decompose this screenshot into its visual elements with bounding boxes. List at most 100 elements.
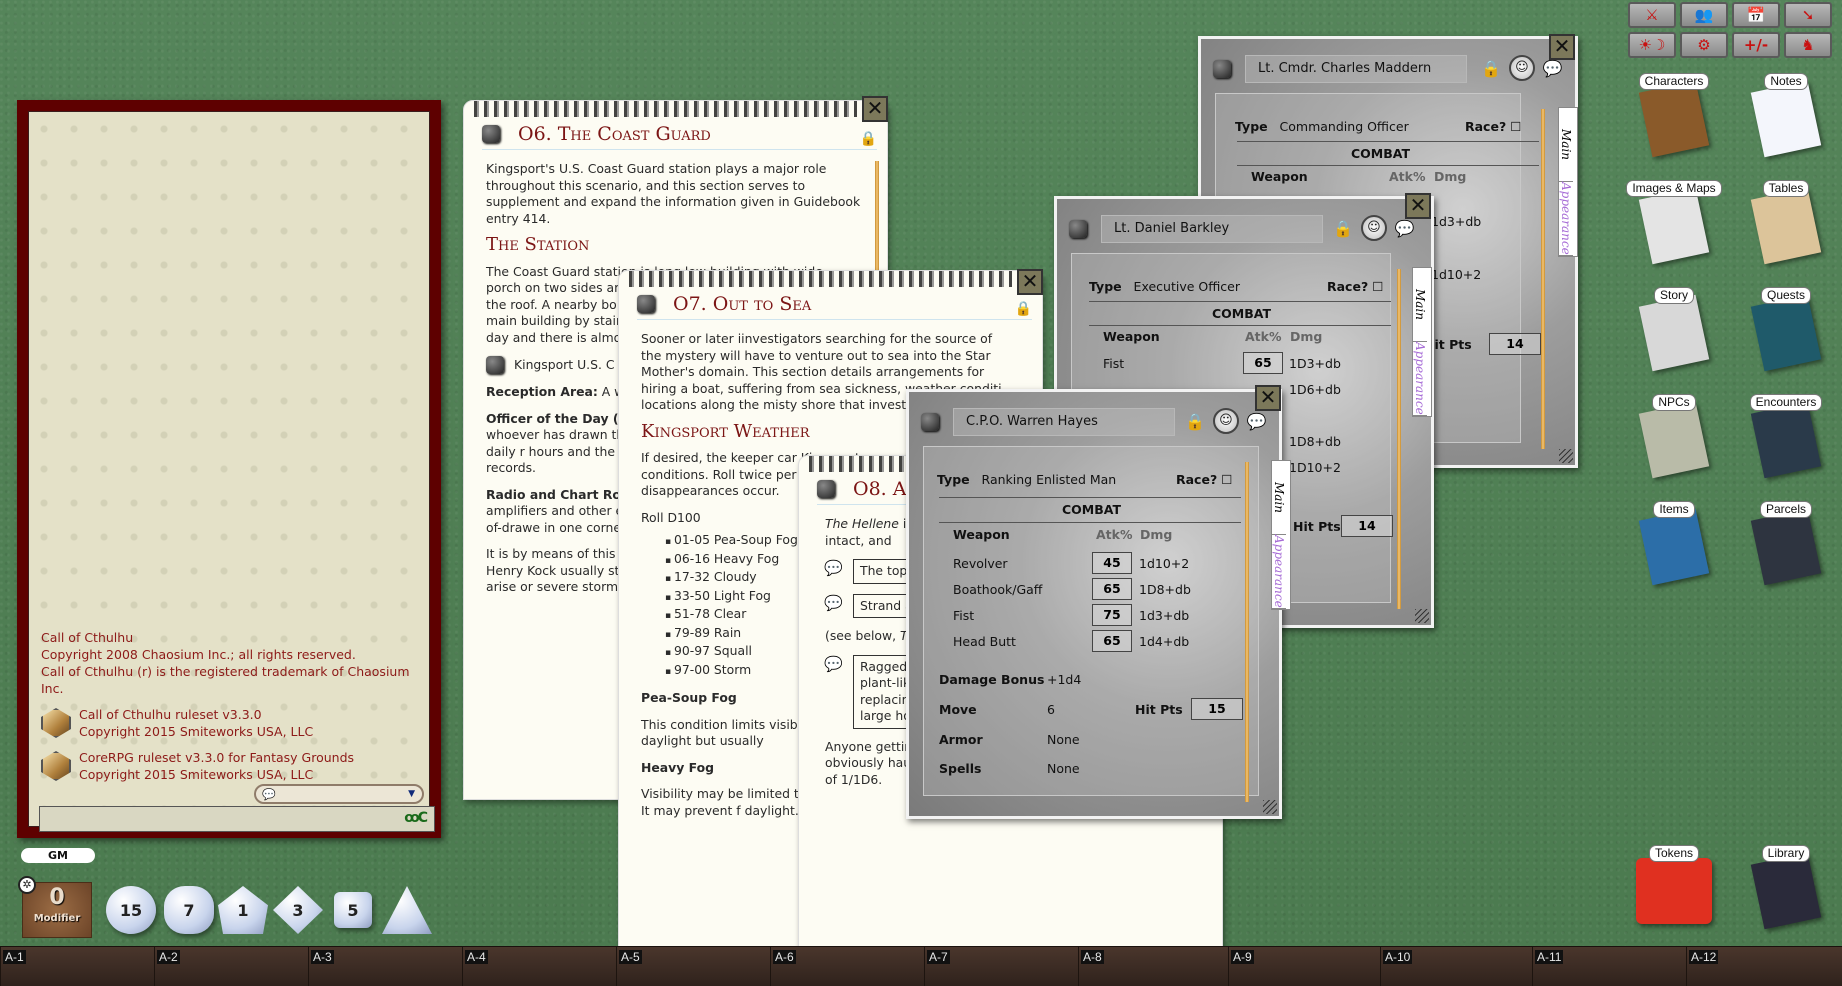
d10-die-icon[interactable]: 1 [218,886,268,934]
library-parcels[interactable]: Parcels [1740,498,1832,586]
scrollbar[interactable] [1541,109,1545,449]
chat-mode-dropdown[interactable]: 💬 ▼ [254,784,424,804]
d20-die-icon[interactable]: 15 [106,886,156,934]
type-value[interactable]: Executive Officer [1134,279,1240,294]
portrait-icon[interactable]: ☺ [1360,215,1387,241]
speak-icon[interactable]: 💬 [1395,219,1415,238]
library-encounters[interactable]: Encounters [1736,391,1836,479]
pointer-icon[interactable]: ➘ [1784,2,1832,28]
hitpts-field[interactable]: 14 [1341,515,1393,537]
npc-name-field[interactable]: Lt. Daniel Barkley [1101,215,1323,243]
scrollbar[interactable] [1397,269,1401,609]
library-items[interactable]: Items [1628,498,1720,586]
library-story[interactable]: Story [1628,284,1720,372]
tab-appearance[interactable]: Appearance [1559,182,1573,256]
hotkey-slot[interactable]: A-3 [308,947,462,986]
weapon-atk-field[interactable]: 65 [1092,630,1132,652]
library-images-maps[interactable]: Images & Maps [1618,177,1730,265]
library-notes[interactable]: Notes [1740,70,1832,158]
weapon-atk-field[interactable]: 65 [1243,352,1283,374]
tab-appearance[interactable]: Appearance [1272,535,1286,609]
speak-icon[interactable]: 💬 [1543,59,1563,78]
lock-icon[interactable]: 🔒 [860,131,877,147]
party-sheet-icon[interactable]: 👥 [1680,2,1728,28]
effects-icon[interactable]: ♞ [1784,32,1832,58]
story-link-icon[interactable] [817,480,835,498]
hotkey-slot[interactable]: A-1 [0,947,154,986]
npc-link-icon[interactable] [1213,60,1231,78]
type-value[interactable]: Commanding Officer [1280,119,1409,134]
race-checkbox[interactable]: ☐ [1372,279,1383,294]
library-tables[interactable]: Tables [1740,177,1832,265]
portrait-icon[interactable]: ☺ [1212,408,1239,434]
race-checkbox[interactable]: ☐ [1510,119,1521,134]
hotkey-slot[interactable]: A-4 [462,947,616,986]
library-library[interactable]: Library [1740,842,1832,930]
close-button-coast-guard[interactable]: ✕ [862,96,888,122]
tab-main[interactable]: Main [1272,461,1286,535]
hotkey-slot[interactable]: A-12 [1686,947,1842,986]
close-button-barkley[interactable]: ✕ [1405,193,1431,219]
ooc-toggle-icon[interactable]: ꝏC [404,810,428,826]
weapon-atk-field[interactable]: 65 [1092,578,1132,600]
move-value[interactable]: 6 [1047,702,1055,717]
close-button-maddern[interactable]: ✕ [1549,34,1575,60]
library-characters[interactable]: Characters [1628,70,1720,158]
modifier-gear-icon[interactable]: ✲ [18,876,36,894]
npc-name-field[interactable]: Lt. Cmdr. Charles Maddern [1245,55,1467,83]
hitpts-field[interactable]: 15 [1191,698,1243,720]
library-quests[interactable]: Quests [1740,284,1832,372]
hotkey-slot[interactable]: A-6 [770,947,924,986]
d6-die-icon[interactable]: 5 [334,892,372,928]
npc-link-icon[interactable] [921,413,939,431]
npc-link-icon[interactable] [1069,220,1087,238]
d12-die-icon[interactable]: 7 [164,886,214,934]
lighting-icon[interactable]: ☀☽ [1628,32,1676,58]
speak-icon[interactable]: 💬 [1247,412,1267,431]
hotkey-slot[interactable]: A-9 [1228,947,1380,986]
close-button-hayes[interactable]: ✕ [1255,385,1281,411]
combat-tracker-icon[interactable]: ⚔ [1628,2,1676,28]
resize-handle[interactable] [1263,800,1277,814]
lock-icon[interactable]: 🔒 [1015,301,1032,317]
story-link-icon[interactable] [482,125,500,143]
d4-die-icon[interactable] [382,886,432,934]
weapon-atk-field[interactable]: 75 [1092,604,1132,626]
hotkey-slot[interactable]: A-11 [1532,947,1686,986]
race-checkbox[interactable]: ☐ [1221,472,1232,487]
story-title[interactable]: O7. Out to Sea [673,293,811,315]
resize-handle[interactable] [1559,449,1573,463]
hotkey-slot[interactable]: A-10 [1380,947,1532,986]
tab-main[interactable]: Main [1413,268,1427,342]
library-npcs[interactable]: NPCs [1628,391,1720,479]
type-value[interactable]: Ranking Enlisted Man [982,472,1117,487]
tab-main[interactable]: Main [1559,108,1573,182]
chat-log[interactable]: Call of Cthulhu Copyright 2008 Chaosium … [28,111,435,832]
story-link-icon[interactable] [637,295,655,313]
story-title[interactable]: O8. A [853,478,906,500]
gm-identity-label[interactable]: GM [21,848,95,863]
hitpts-field[interactable]: 14 [1489,333,1541,355]
calendar-icon[interactable]: 📅 [1732,2,1780,28]
close-button-out-to-sea[interactable]: ✕ [1017,269,1043,295]
portrait-icon[interactable]: ☺ [1508,55,1535,81]
lock-icon[interactable]: 🔒 [1481,59,1501,78]
story-title[interactable]: O6. The Coast Guard [518,123,711,145]
hotkey-slot[interactable]: A-2 [154,947,308,986]
tab-appearance[interactable]: Appearance [1413,342,1427,416]
chat-entry-input[interactable]: ꝏC [39,806,435,832]
hotkey-slot[interactable]: A-5 [616,947,770,986]
d8-die-icon[interactable]: 3 [273,886,323,934]
lock-icon[interactable]: 🔒 [1333,219,1353,238]
damage-bonus-value[interactable]: +1d4 [1047,672,1081,687]
resize-handle[interactable] [1415,609,1429,623]
lock-icon[interactable]: 🔒 [1185,412,1205,431]
spells-value[interactable]: None [1047,761,1080,776]
weapon-atk-field[interactable]: 45 [1092,552,1132,574]
scrollbar[interactable] [1245,462,1249,802]
npc-name-field[interactable]: C.P.O. Warren Hayes [953,408,1175,436]
hotkey-slot[interactable]: A-8 [1078,947,1232,986]
library-tokens[interactable]: Tokens [1622,842,1726,924]
options-icon[interactable]: ⚙ [1680,32,1728,58]
modifiers-icon[interactable]: +/- [1732,32,1780,58]
